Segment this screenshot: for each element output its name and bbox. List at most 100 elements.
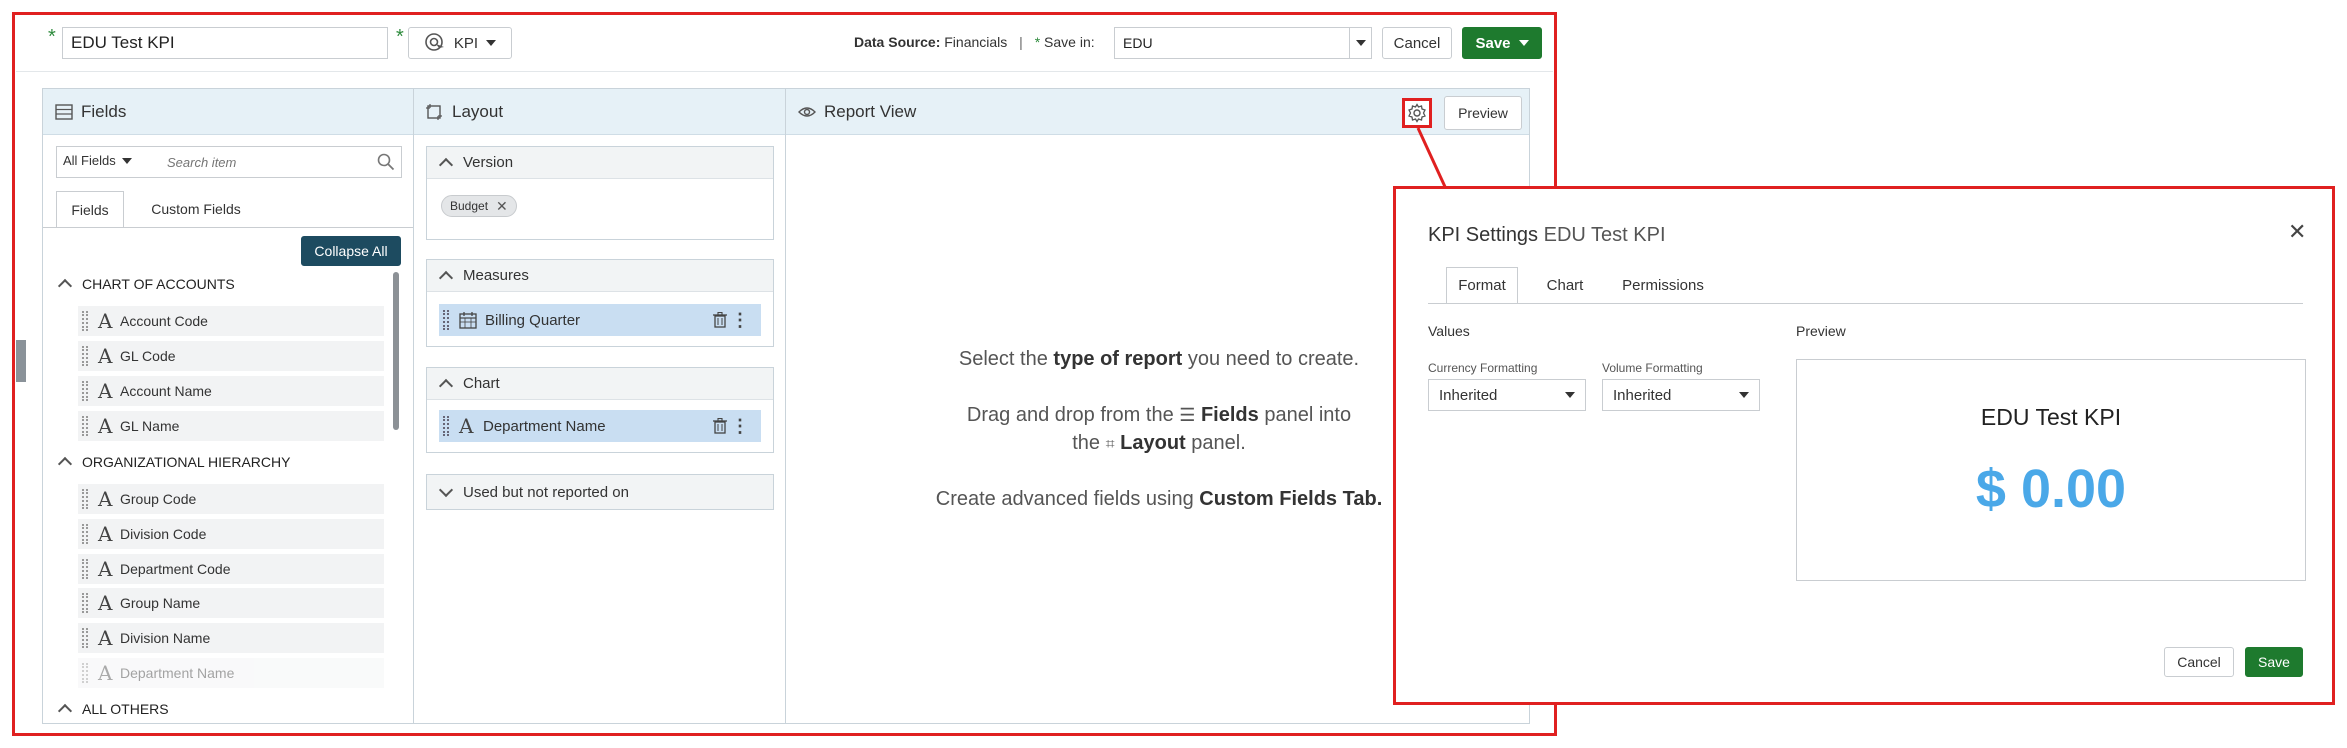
unused-header[interactable]: Used but not reported on [427, 475, 773, 509]
chevron-up-icon [438, 270, 454, 285]
drag-handle-icon [82, 663, 88, 683]
close-icon[interactable]: ✕ [496, 198, 508, 215]
field-item[interactable]: A Account Name [78, 376, 384, 406]
tab-custom-fields[interactable]: Custom Fields [138, 191, 254, 227]
chart-box: Chart A Department Name ⋮ [426, 367, 774, 453]
drag-handle-icon [82, 593, 88, 613]
section-all-others[interactable]: ALL OTHERS [56, 701, 169, 719]
version-chip[interactable]: Budget ✕ [441, 195, 517, 217]
field-item[interactable]: A GL Code [78, 341, 384, 371]
tab-permissions[interactable]: Permissions [1608, 267, 1718, 303]
chevron-down-icon [486, 40, 497, 46]
close-icon[interactable]: ✕ [2288, 219, 2306, 245]
measures-box: Measures Billing Quarter ⋮ [426, 259, 774, 347]
chart-item-label: Department Name [483, 417, 606, 435]
version-header[interactable]: Version [427, 147, 773, 179]
tab-fields[interactable]: Fields [56, 191, 124, 227]
save-label: Save [1475, 34, 1511, 52]
fields-search-input[interactable] [167, 151, 367, 173]
text-field-icon: A [98, 344, 113, 368]
currency-formatting-value: Inherited [1439, 386, 1498, 404]
volume-formatting-label: Volume Formatting [1602, 361, 1703, 375]
text-field-icon: A [98, 522, 113, 546]
field-item[interactable]: A Department Code [78, 554, 384, 584]
field-label: Group Name [120, 595, 201, 611]
required-marker: * [48, 26, 56, 48]
collapse-all-button[interactable]: Collapse All [301, 236, 401, 266]
save-button[interactable]: Save [1462, 27, 1542, 59]
measures-header[interactable]: Measures [427, 260, 773, 292]
field-item[interactable]: A Division Name [78, 623, 384, 653]
dialog-title-name: EDU Test KPI [1543, 224, 1666, 246]
drag-handle-icon [82, 381, 88, 401]
data-source-label: Data Source: [854, 34, 941, 50]
save-in-value: EDU [1123, 35, 1153, 51]
kpi-preview-card: EDU Test KPI $ 0.00 [1796, 359, 2306, 581]
field-label: Division Code [120, 526, 207, 542]
text-field-icon: A [98, 661, 113, 685]
layout-icon: ⌗ [1105, 436, 1115, 453]
measure-item[interactable]: Billing Quarter ⋮ [439, 304, 761, 336]
section-organizational-hierarchy[interactable]: ORGANIZATIONAL HIERARCHY [56, 454, 290, 472]
dialog-title: KPI Settings EDU Test KPI [1428, 224, 1666, 247]
kpi-type-icon [425, 33, 444, 52]
required-marker: * [1034, 34, 1041, 50]
trash-icon[interactable] [713, 312, 727, 328]
unused-title: Used but not reported on [463, 483, 629, 501]
chart-item[interactable]: A Department Name ⋮ [439, 410, 761, 442]
fields-list-icon [55, 103, 73, 120]
chevron-down-icon [1518, 40, 1529, 46]
fields-list-icon: ☰ [1179, 405, 1196, 425]
field-item[interactable]: A Group Code [78, 484, 384, 514]
fields-scrollbar[interactable] [393, 272, 399, 430]
chart-header[interactable]: Chart [427, 368, 773, 400]
hint-bold: Custom Fields Tab. [1199, 488, 1383, 510]
field-item[interactable]: A Group Name [78, 588, 384, 618]
chevron-up-icon [438, 157, 454, 172]
hint-bold: Fields [1200, 404, 1259, 426]
type-dropdown[interactable]: KPI [408, 27, 512, 59]
trash-icon[interactable] [713, 418, 727, 434]
section-title: CHART OF ACCOUNTS [82, 276, 235, 292]
more-options-icon[interactable]: ⋮ [731, 308, 749, 332]
volume-formatting-select[interactable]: Inherited [1602, 379, 1760, 411]
drag-handle-icon [82, 559, 88, 579]
field-label: GL Name [120, 418, 180, 434]
text-field-icon: A [98, 379, 113, 403]
cancel-button[interactable]: Cancel [1382, 27, 1452, 59]
section-chart-of-accounts[interactable]: CHART OF ACCOUNTS [56, 276, 235, 294]
tab-chart[interactable]: Chart [1528, 267, 1602, 303]
chevron-down-icon [1355, 40, 1366, 46]
measure-label: Billing Quarter [485, 311, 581, 329]
version-title: Version [463, 154, 514, 171]
field-label: GL Code [120, 348, 176, 364]
hint-text: panel into [1264, 404, 1352, 426]
field-item[interactable]: A GL Name [78, 411, 384, 441]
save-in-select[interactable]: EDU [1114, 27, 1372, 59]
currency-formatting-label: Currency Formatting [1428, 361, 1538, 375]
type-label: KPI [453, 34, 479, 52]
tab-format[interactable]: Format [1446, 267, 1518, 303]
save-in-dropdown-toggle[interactable] [1349, 28, 1371, 58]
chevron-up-icon [438, 378, 454, 393]
currency-formatting-select[interactable]: Inherited [1428, 379, 1586, 411]
search-icon[interactable] [377, 153, 395, 171]
dialog-save-button[interactable]: Save [2245, 647, 2303, 677]
field-item[interactable]: A Account Code [78, 306, 384, 336]
unused-box[interactable]: Used but not reported on [426, 474, 774, 510]
fields-filter-dropdown[interactable]: All Fields [63, 153, 132, 168]
chevron-down-icon [1739, 392, 1749, 398]
tab-divider [1428, 303, 2303, 304]
side-drawer-handle[interactable] [16, 340, 26, 382]
hint-text: you need to create. [1187, 348, 1360, 370]
text-field-icon: A [459, 414, 474, 438]
dialog-cancel-button[interactable]: Cancel [2164, 647, 2234, 677]
more-options-icon[interactable]: ⋮ [731, 414, 749, 438]
field-item[interactable]: A Division Code [78, 519, 384, 549]
chevron-down-icon [438, 482, 454, 498]
kpi-name-input[interactable]: EDU Test KPI [62, 27, 388, 59]
drag-handle-icon [82, 416, 88, 436]
hint-bold: type of report [1053, 348, 1183, 370]
chevron-down-icon [1565, 392, 1575, 398]
field-label: Account Code [120, 313, 208, 329]
